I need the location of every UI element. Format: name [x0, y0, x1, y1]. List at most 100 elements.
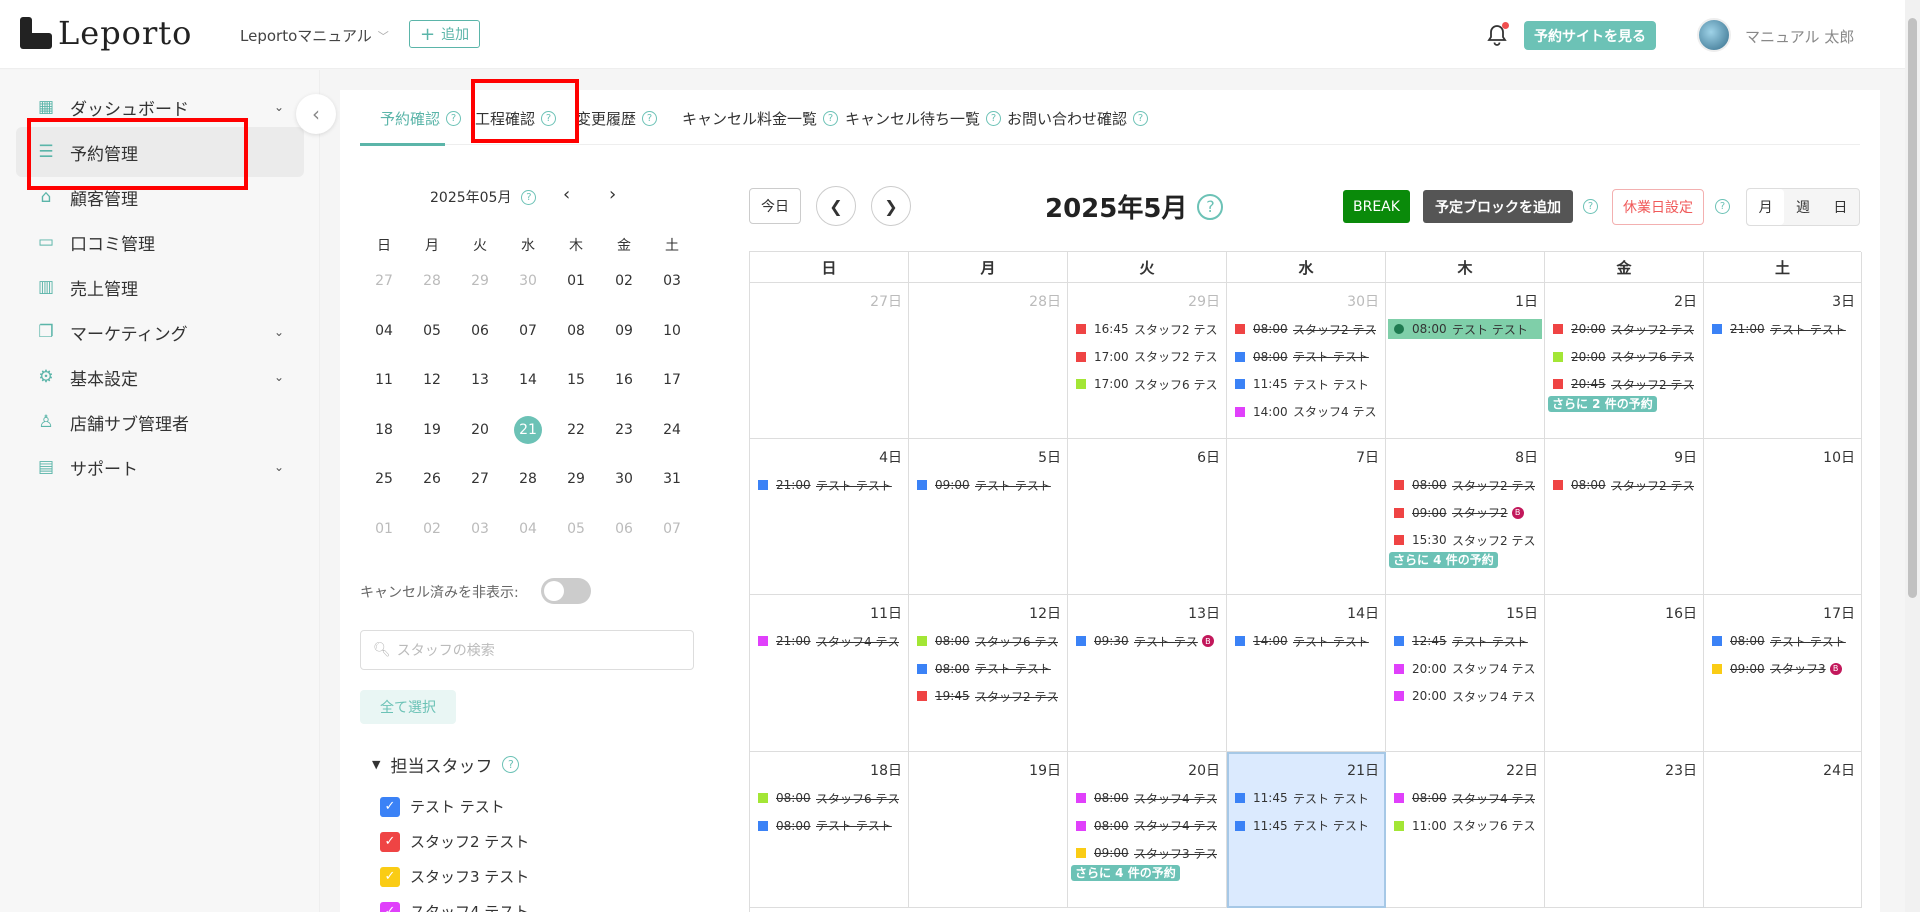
calendar-event[interactable]: 20:00 スタッフ4 テス — [1394, 686, 1536, 706]
staff-item[interactable]: ✓ スタッフ2 テスト — [380, 831, 529, 852]
sidebar-item-3[interactable]: ▭ 口コミ管理 — [16, 217, 304, 267]
calendar-event[interactable]: 11:00 スタッフ6 テス — [1394, 816, 1536, 836]
mini-day[interactable]: 16 — [600, 365, 648, 395]
mini-day[interactable]: 11 — [360, 365, 408, 395]
holiday-settings-button[interactable]: 休業日設定 — [1612, 189, 1704, 225]
calendar-day-cell[interactable]: 30日 08:00 スタッフ2 テス 08:00 テスト テスト 11:45 テスト テスト… — [1227, 283, 1386, 439]
calendar-day-cell[interactable]: 1日 08:00 テスト テスト — [1386, 283, 1545, 439]
mini-day[interactable]: 27 — [360, 266, 408, 296]
mini-day[interactable]: 30 — [600, 464, 648, 494]
calendar-event[interactable]: 08:00 スタッフ2 テス — [1235, 319, 1377, 339]
mini-day[interactable]: 19 — [408, 415, 456, 445]
calendar-day-cell[interactable]: 21日 11:45 テスト テスト 11:45 テスト テスト — [1227, 752, 1386, 908]
mini-day[interactable]: 22 — [552, 415, 600, 445]
calendar-event[interactable]: 08:00 スタッフ6 テス — [917, 631, 1059, 651]
tab-3[interactable]: キャンセル料金一覧? — [682, 108, 839, 129]
add-block-button[interactable]: 予定ブロックを追加 — [1423, 190, 1573, 223]
calendar-day-cell[interactable]: 7日 — [1227, 439, 1386, 595]
calendar-day-cell[interactable]: 29日 16:45 スタッフ2 テス 17:00 スタッフ2 テス 17:00 スタッフ6 … — [1068, 283, 1227, 439]
help-icon[interactable]: ? — [521, 189, 537, 205]
mini-day[interactable]: 13 — [456, 365, 504, 395]
calendar-day-cell[interactable]: 18日 08:00 スタッフ6 テス 08:00 テスト テスト — [750, 752, 909, 908]
mini-day[interactable]: 02 — [408, 514, 456, 544]
mini-next-button[interactable]: › — [609, 184, 616, 205]
mini-day[interactable]: 27 — [456, 464, 504, 494]
mini-day[interactable]: 07 — [504, 316, 552, 346]
mini-day[interactable]: 29 — [456, 266, 504, 296]
calendar-event[interactable]: 08:00 スタッフ4 テス — [1076, 816, 1218, 836]
calendar-event[interactable]: 12:45 テスト テスト — [1394, 631, 1536, 651]
mini-day[interactable]: 01 — [360, 514, 408, 544]
user-name[interactable]: マニュアル 太郎 — [1745, 26, 1854, 47]
calendar-event[interactable]: 20:45 スタッフ2 テス — [1553, 374, 1695, 394]
calendar-day-cell[interactable]: 15日 12:45 テスト テスト 20:00 スタッフ4 テス 20:00 スタッフ4 テ… — [1386, 595, 1545, 752]
calendar-event[interactable]: 08:00 テスト テスト — [1235, 347, 1377, 367]
calendar-event[interactable]: 15:30 スタッフ2 テス — [1394, 530, 1536, 550]
calendar-day-cell[interactable]: 20日 08:00 スタッフ4 テス 08:00 スタッフ4 テス 09:00 スタッフ3 … — [1068, 752, 1227, 908]
view-option-1[interactable]: 週 — [1784, 189, 1821, 225]
mini-day[interactable]: 23 — [600, 415, 648, 445]
calendar-event[interactable]: 09:00 スタッフ3 B — [1712, 659, 1854, 679]
help-icon[interactable]: ? — [446, 111, 462, 126]
mini-day[interactable]: 17 — [648, 365, 696, 395]
mini-day[interactable]: 30 — [504, 266, 552, 296]
sidebar-item-5[interactable]: ❐ マーケティング ⌄ — [16, 307, 304, 357]
calendar-event[interactable]: 17:00 スタッフ6 テス — [1076, 374, 1218, 394]
staff-item[interactable]: ✓ スタッフ4 テスト — [380, 901, 529, 912]
more-reservations-link[interactable]: さらに 2 件の予約 — [1548, 395, 1657, 412]
calendar-day-cell[interactable]: 24日 — [1704, 752, 1862, 908]
calendar-day-cell[interactable]: 13日 09:30 テスト テス B — [1068, 595, 1227, 752]
view-option-2[interactable]: 日 — [1822, 189, 1859, 225]
calendar-day-cell[interactable]: 17日 08:00 テスト テスト 09:00 スタッフ3 B — [1704, 595, 1862, 752]
next-month-button[interactable]: ❯ — [871, 186, 911, 226]
calendar-event[interactable]: 08:00 テスト テスト — [917, 659, 1059, 679]
mini-day[interactable]: 25 — [360, 464, 408, 494]
view-site-button[interactable]: 予約サイトを見る — [1524, 21, 1656, 50]
calendar-day-cell[interactable]: 12日 08:00 スタッフ6 テス 08:00 テスト テスト 19:45 スタッフ2 テ… — [909, 595, 1068, 752]
calendar-event[interactable]: 21:00 テスト テスト — [1712, 319, 1854, 339]
calendar-event[interactable]: 08:00 スタッフ2 テス — [1553, 475, 1695, 495]
mini-day[interactable]: 21 — [504, 415, 552, 445]
mini-day[interactable]: 31 — [648, 464, 696, 494]
mini-day[interactable]: 05 — [408, 316, 456, 346]
staff-checkbox[interactable]: ✓ — [380, 831, 400, 852]
mini-day[interactable]: 06 — [600, 514, 648, 544]
calendar-event[interactable]: 19:45 スタッフ2 テス — [917, 686, 1059, 706]
calendar-day-cell[interactable]: 4日 21:00 テスト テスト — [750, 439, 909, 595]
sidebar-collapse-button[interactable]: ‹ — [296, 94, 336, 134]
help-icon[interactable]: ? — [1715, 199, 1730, 214]
mini-day[interactable]: 08 — [552, 316, 600, 346]
calendar-day-cell[interactable]: 28日 — [909, 283, 1068, 439]
mini-day[interactable]: 09 — [600, 316, 648, 346]
calendar-event[interactable]: 09:30 テスト テス B — [1076, 631, 1218, 651]
store-select[interactable]: Leportoマニュアル ﹀ — [240, 25, 389, 46]
calendar-event[interactable]: 09:00 スタッフ3 テス — [1076, 843, 1218, 863]
mini-day[interactable]: 03 — [648, 266, 696, 296]
more-reservations-link[interactable]: さらに 4 件の予約 — [1389, 551, 1498, 568]
help-icon[interactable]: ? — [642, 111, 658, 126]
calendar-day-cell[interactable]: 2日 20:00 スタッフ2 テス 20:00 スタッフ6 テス 20:45 スタッフ2 テ… — [1545, 283, 1704, 439]
mini-day[interactable]: 14 — [504, 365, 552, 395]
calendar-day-cell[interactable]: 3日 21:00 テスト テスト — [1704, 283, 1862, 439]
mini-day[interactable]: 10 — [648, 316, 696, 346]
mini-day[interactable]: 05 — [552, 514, 600, 544]
mini-day[interactable]: 26 — [408, 464, 456, 494]
calendar-event[interactable]: 17:00 スタッフ2 テス — [1076, 347, 1218, 367]
calendar-day-cell[interactable]: 23日 — [1545, 752, 1704, 908]
calendar-event[interactable]: 16:45 スタッフ2 テス — [1076, 319, 1218, 339]
calendar-event[interactable]: 09:00 テスト テスト — [917, 475, 1059, 495]
help-icon[interactable]: ? — [986, 111, 1002, 126]
select-all-button[interactable]: 全て選択 — [360, 690, 456, 724]
calendar-event[interactable]: 11:45 テスト テスト — [1235, 374, 1377, 394]
mini-day[interactable]: 06 — [456, 316, 504, 346]
calendar-event[interactable]: 21:00 テスト テスト — [758, 475, 900, 495]
sidebar-item-6[interactable]: ⚙ 基本設定 ⌄ — [16, 352, 304, 402]
calendar-day-cell[interactable]: 8日 08:00 スタッフ2 テス 09:00 スタッフ2 B 15:30 スタッフ2 テスさ… — [1386, 439, 1545, 595]
help-icon[interactable]: ? — [823, 111, 839, 126]
help-icon[interactable]: ? — [1583, 199, 1598, 214]
mini-day[interactable]: 01 — [552, 266, 600, 296]
prev-month-button[interactable]: ❮ — [816, 186, 856, 226]
staff-checkbox[interactable]: ✓ — [380, 796, 400, 817]
calendar-event[interactable]: 11:45 テスト テスト — [1235, 788, 1377, 808]
mini-prev-button[interactable]: ‹ — [563, 184, 570, 205]
